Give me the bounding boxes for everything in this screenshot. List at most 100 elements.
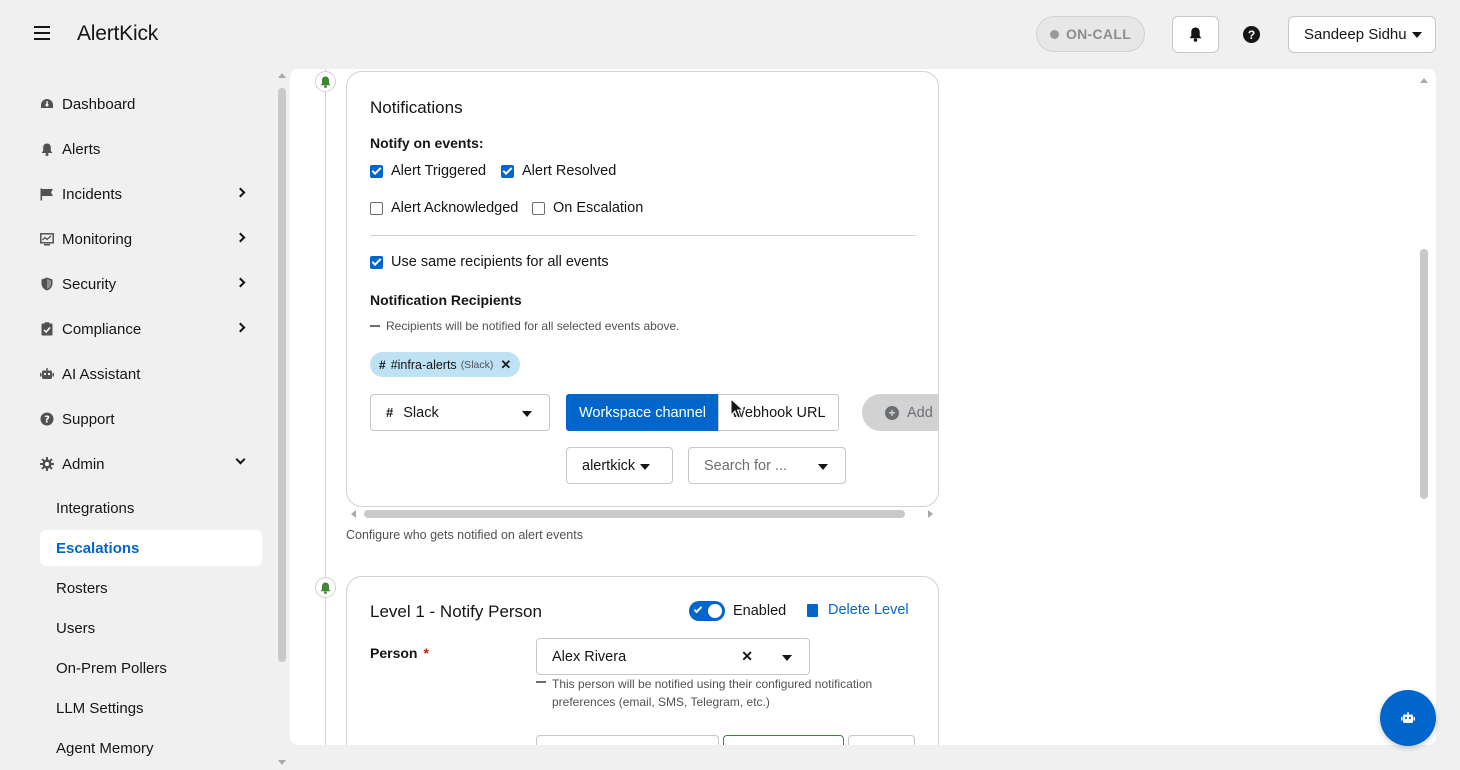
chip-type: (Slack) xyxy=(460,358,494,371)
partial-select[interactable] xyxy=(848,735,915,745)
sidebar-item-label: Monitoring xyxy=(62,230,133,248)
remove-chip-close-icon[interactable]: ✕ xyxy=(500,357,511,373)
scroll-left-arrow[interactable] xyxy=(351,510,356,518)
timeline-bell-icon xyxy=(315,71,336,92)
app-name: AlertKick xyxy=(77,22,159,45)
robot-icon xyxy=(1401,712,1415,723)
slack-icon: # xyxy=(379,357,386,372)
person-helper: This person will be notified using their… xyxy=(536,675,896,711)
notifications-caption: Configure who gets notified on alert eve… xyxy=(346,528,583,542)
sidebar-subitem-on-prem-pollers[interactable]: On-Prem Pollers xyxy=(40,650,262,686)
plus-circle-icon: + xyxy=(885,405,899,420)
chevron-right-icon xyxy=(235,322,246,333)
sidebar-subitem-llm-settings[interactable]: LLM Settings xyxy=(40,690,262,726)
chevron-right-icon xyxy=(235,277,246,288)
checkbox-on-escalation[interactable]: On Escalation xyxy=(532,200,643,216)
checkbox-alert-acknowledged[interactable]: Alert Acknowledged xyxy=(370,200,518,216)
enabled-toggle[interactable] xyxy=(689,601,725,621)
workspace-select[interactable]: alertkick xyxy=(566,447,673,484)
partial-select[interactable] xyxy=(723,735,844,745)
person-label: Person * xyxy=(370,645,429,661)
sidebar-subitem-escalations[interactable]: Escalations xyxy=(40,530,262,566)
notifications-button[interactable] xyxy=(1172,16,1219,53)
caret-down-icon xyxy=(640,464,650,470)
flag-icon xyxy=(40,187,54,201)
sidebar-item-incidents[interactable]: Incidents xyxy=(40,176,262,212)
enabled-label: Enabled xyxy=(733,603,787,619)
timeline-bell-icon xyxy=(315,577,336,598)
sidebar-item-security[interactable]: Security xyxy=(40,266,262,302)
status-dot-icon xyxy=(1049,29,1059,39)
monitor-icon xyxy=(40,232,54,246)
checkbox-same-recipients[interactable]: Use same recipients for all events xyxy=(370,254,609,270)
sidebar: Dashboard Alerts Incidents Monitoring Se… xyxy=(0,68,278,770)
sidebar-item-dashboard[interactable]: Dashboard xyxy=(40,86,262,122)
sidebar-item-admin[interactable]: Admin xyxy=(40,446,262,482)
notify-on-label: Notify on events: xyxy=(370,135,484,151)
recipient-chip: # #infra-alerts (Slack) ✕ xyxy=(370,352,521,377)
divider xyxy=(370,235,916,236)
recipients-helper: Recipients will be notified for all sele… xyxy=(370,319,680,333)
bell-icon xyxy=(1189,27,1202,42)
sidebar-item-label: Compliance xyxy=(62,320,142,338)
sidebar-item-monitoring[interactable]: Monitoring xyxy=(40,221,262,257)
trash-icon xyxy=(807,603,818,617)
chevron-right-icon xyxy=(235,187,246,198)
help-icon[interactable]: ? xyxy=(1243,26,1260,43)
sidebar-item-compliance[interactable]: Compliance xyxy=(40,311,262,347)
clipboard-check-icon xyxy=(40,322,54,336)
caret-down-icon xyxy=(818,464,828,470)
person-select[interactable]: Alex Rivera ✕ xyxy=(536,638,810,675)
question-circle-icon: ? xyxy=(40,412,54,426)
minus-icon xyxy=(536,681,546,683)
svg-text:?: ? xyxy=(44,415,50,426)
workspace-channel-toggle[interactable]: Workspace channel xyxy=(566,394,719,431)
required-marker: * xyxy=(423,645,429,661)
channel-search-select[interactable]: Search for ... xyxy=(688,447,846,484)
clear-close-icon[interactable]: ✕ xyxy=(741,648,753,665)
checkbox-alert-triggered[interactable]: Alert Triggered xyxy=(370,163,486,179)
sidebar-scroll-down-arrow[interactable] xyxy=(278,760,286,765)
partial-select[interactable] xyxy=(536,735,719,745)
sidebar-item-label: AI Assistant xyxy=(62,365,141,383)
channel-type-select[interactable]: # Slack xyxy=(370,394,550,431)
chevron-down-icon xyxy=(235,454,246,465)
sidebar-scrollbar[interactable] xyxy=(278,88,286,662)
delete-level-button[interactable]: Delete Level xyxy=(807,602,909,618)
add-recipient-button[interactable]: + Add xyxy=(862,394,938,431)
sidebar-scroll-up-arrow[interactable] xyxy=(278,73,286,78)
sidebar-item-label: Alerts xyxy=(62,140,101,158)
ai-assistant-fab[interactable] xyxy=(1380,690,1436,746)
sidebar-subitem-users[interactable]: Users xyxy=(40,610,262,646)
dashboard-icon xyxy=(40,97,54,111)
hamburger-menu-icon[interactable] xyxy=(34,26,50,40)
main-scroll-up-arrow[interactable] xyxy=(1420,78,1428,83)
caret-down-icon xyxy=(522,411,532,417)
sidebar-item-label: Admin xyxy=(62,455,105,473)
sidebar-item-label: Support xyxy=(62,410,115,428)
sidebar-item-label: Dashboard xyxy=(62,95,136,113)
card-title: Notifications xyxy=(370,98,463,117)
scroll-right-arrow[interactable] xyxy=(928,510,933,518)
user-menu-button[interactable]: Sandeep Sidhu xyxy=(1288,16,1436,53)
sidebar-subitem-agent-memory[interactable]: Agent Memory xyxy=(40,730,262,766)
oncall-status-badge[interactable]: ON-CALL xyxy=(1036,16,1145,52)
checkbox-unchecked-icon xyxy=(370,201,383,215)
horizontal-scrollbar[interactable] xyxy=(364,510,905,518)
chip-name: #infra-alerts xyxy=(390,357,457,372)
sidebar-item-support[interactable]: ? Support xyxy=(40,401,262,437)
user-name: Sandeep Sidhu xyxy=(1304,26,1407,43)
level-title: Level 1 - Notify Person xyxy=(370,602,542,621)
sidebar-subitem-integrations[interactable]: Integrations xyxy=(40,490,262,526)
checkbox-alert-resolved[interactable]: Alert Resolved xyxy=(501,163,616,179)
slack-icon: # xyxy=(386,405,394,420)
sidebar-item-alerts[interactable]: Alerts xyxy=(40,131,262,167)
top-bar: AlertKick ON-CALL ? Sandeep Sidhu xyxy=(0,0,1460,68)
sidebar-item-ai-assistant[interactable]: AI Assistant xyxy=(40,356,262,392)
checkbox-checked-icon xyxy=(370,164,383,178)
sidebar-subitem-rosters[interactable]: Rosters xyxy=(40,570,262,606)
checkbox-checked-icon xyxy=(370,255,383,269)
notifications-card: Notifications Notify on events: Alert Tr… xyxy=(346,71,939,507)
checkbox-checked-icon xyxy=(501,164,514,178)
main-scrollbar[interactable] xyxy=(1420,249,1428,499)
